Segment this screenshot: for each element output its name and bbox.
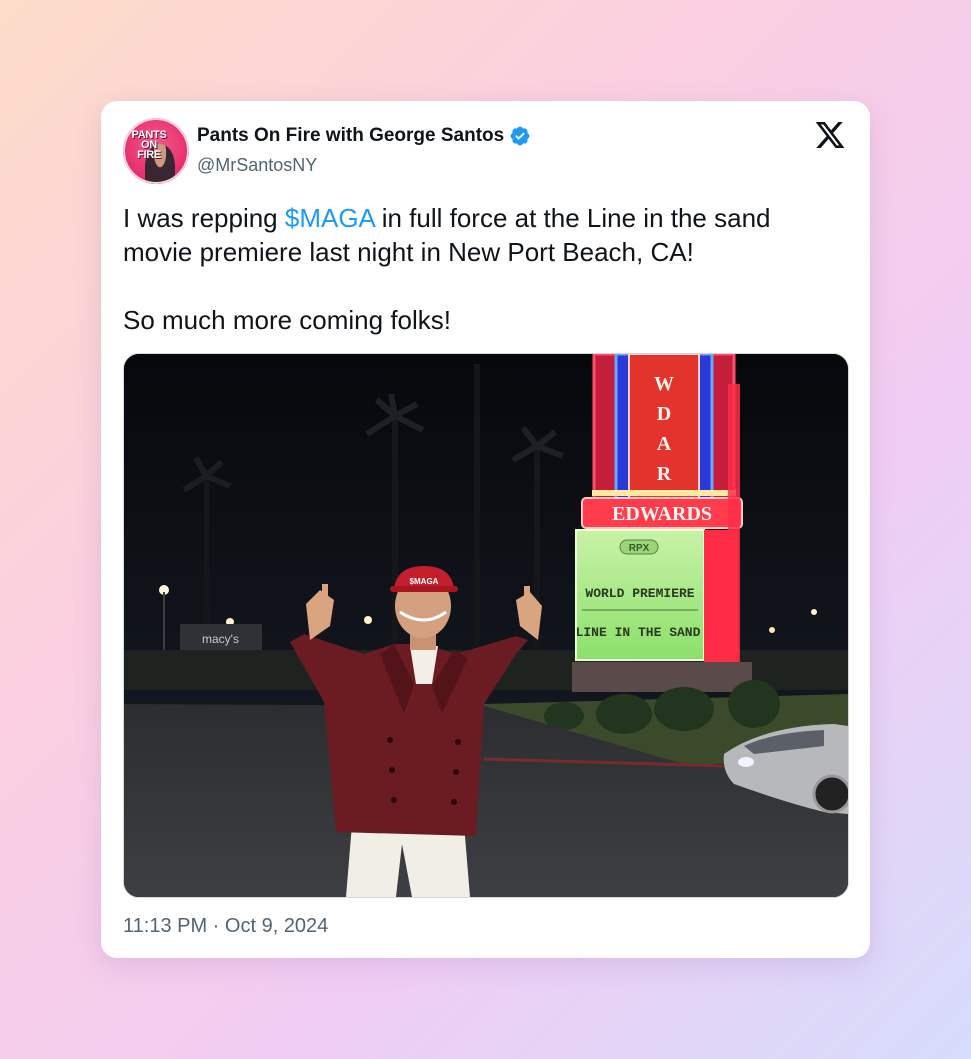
marquee-brand: EDWARDS [612,503,712,525]
marquee-line-1: WORLD PREMIERE [585,586,694,601]
tweet-timestamp[interactable]: 11:13 PM · Oct 9, 2024 [123,915,328,938]
x-logo-icon[interactable] [814,119,846,151]
premiere-photo-illustration: macy's W D A R EDWARDS RPX WORLD PREMIER… [124,354,848,897]
tweet-body: I was repping $MAGA in full force at the… [123,201,843,337]
tweet-paragraph-1: I was repping $MAGA in full force at the… [123,201,843,269]
marquee-tower-r: R [657,463,672,485]
tweet-time: 11:13 PM [123,915,208,937]
marquee-line-2: LINE IN THE SAND [576,625,701,640]
marquee-badge: RPX [629,543,650,554]
profile-avatar[interactable]: PANTS ON FIRE [123,118,189,184]
tweet-card: PANTS ON FIRE Pants On Fire with George … [101,101,870,958]
store-sign: macy's [202,632,239,646]
marquee-tower-d: D [657,403,671,425]
tweet-text-segment: I was repping [123,203,285,233]
author-name-row: Pants On Fire with George Santos [197,125,531,147]
marquee-tower-a: A [657,433,672,455]
cashtag-link[interactable]: $MAGA [285,203,375,233]
theater-marquee: W D A R EDWARDS RPX WORLD PREMIERE LINE … [572,354,752,692]
timestamp-separator: · [207,915,225,937]
author-display-name[interactable]: Pants On Fire with George Santos [197,125,504,147]
tweet-date: Oct 9, 2024 [224,915,329,937]
avatar-ring [123,118,189,184]
cap-text: $MAGA [410,577,439,586]
author-handle[interactable]: @MrSantosNY [197,155,317,176]
marquee-tower-e: W [654,373,674,395]
tweet-paragraph-2: So much more coming folks! [123,305,452,335]
tweet-photo[interactable]: macy's W D A R EDWARDS RPX WORLD PREMIER… [123,353,849,898]
verified-badge-icon [510,126,530,146]
